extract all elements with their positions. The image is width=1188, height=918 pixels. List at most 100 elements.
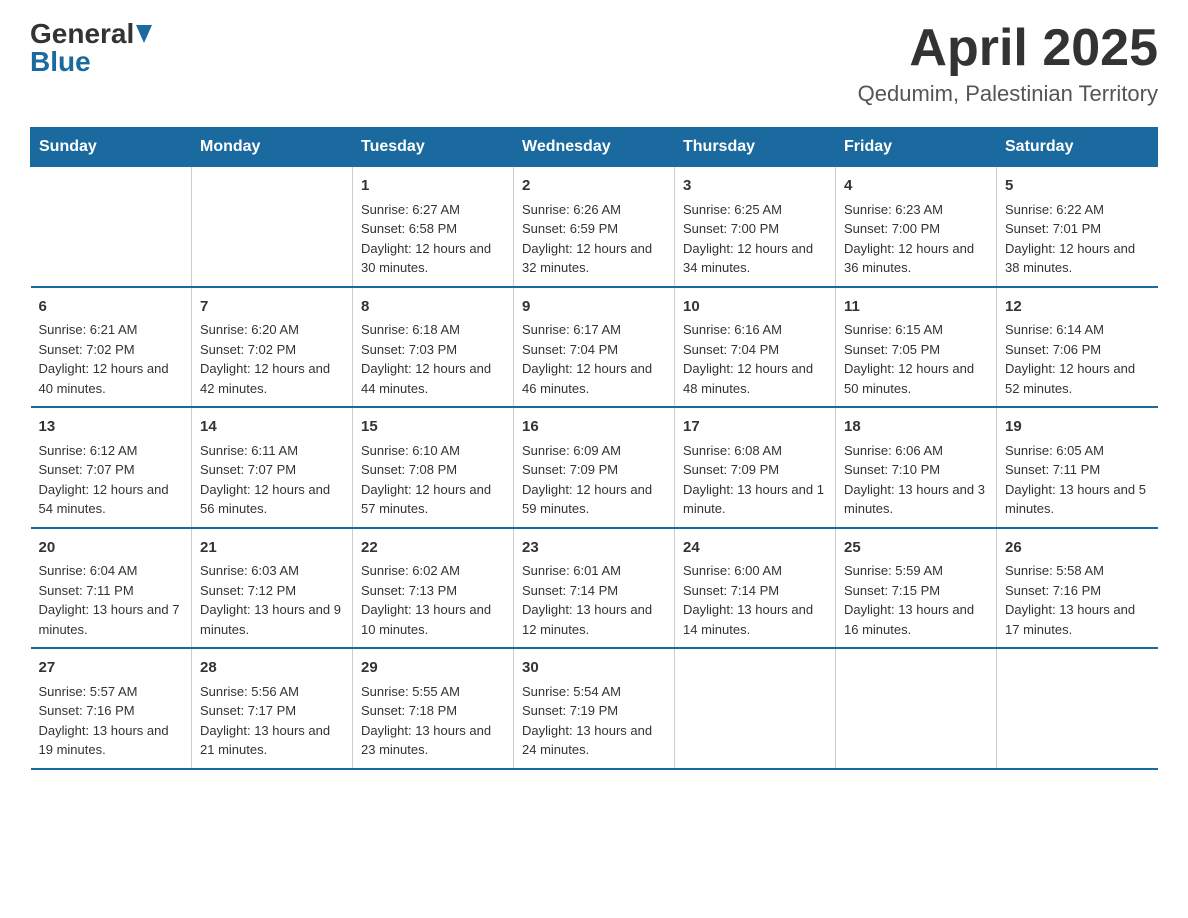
day-number: 3 (683, 175, 827, 198)
calendar-cell: 26Sunrise: 5:58 AMSunset: 7:16 PMDayligh… (997, 528, 1158, 649)
calendar-cell: 11Sunrise: 6:15 AMSunset: 7:05 PMDayligh… (836, 287, 997, 408)
calendar-cell: 15Sunrise: 6:10 AMSunset: 7:08 PMDayligh… (353, 407, 514, 528)
calendar-table: SundayMondayTuesdayWednesdayThursdayFrid… (30, 127, 1158, 770)
title-block: April 2025 Qedumim, Palestinian Territor… (858, 20, 1158, 107)
day-number: 7 (200, 296, 344, 319)
calendar-cell: 10Sunrise: 6:16 AMSunset: 7:04 PMDayligh… (675, 287, 836, 408)
day-number: 24 (683, 537, 827, 560)
column-header-saturday: Saturday (997, 128, 1158, 167)
month-title: April 2025 (858, 20, 1158, 77)
day-number: 2 (522, 175, 666, 198)
day-info: Sunrise: 6:18 AMSunset: 7:03 PMDaylight:… (361, 320, 505, 398)
day-info: Sunrise: 5:54 AMSunset: 7:19 PMDaylight:… (522, 682, 666, 760)
day-info: Sunrise: 6:00 AMSunset: 7:14 PMDaylight:… (683, 561, 827, 639)
location-subtitle: Qedumim, Palestinian Territory (858, 81, 1158, 107)
day-number: 17 (683, 416, 827, 439)
calendar-cell: 18Sunrise: 6:06 AMSunset: 7:10 PMDayligh… (836, 407, 997, 528)
day-number: 14 (200, 416, 344, 439)
day-info: Sunrise: 5:55 AMSunset: 7:18 PMDaylight:… (361, 682, 505, 760)
calendar-cell (997, 648, 1158, 769)
day-number: 12 (1005, 296, 1150, 319)
calendar-cell: 2Sunrise: 6:26 AMSunset: 6:59 PMDaylight… (514, 167, 675, 287)
day-info: Sunrise: 6:27 AMSunset: 6:58 PMDaylight:… (361, 200, 505, 278)
day-info: Sunrise: 5:56 AMSunset: 7:17 PMDaylight:… (200, 682, 344, 760)
calendar-week-row: 1Sunrise: 6:27 AMSunset: 6:58 PMDaylight… (31, 167, 1158, 287)
day-info: Sunrise: 6:20 AMSunset: 7:02 PMDaylight:… (200, 320, 344, 398)
day-info: Sunrise: 6:11 AMSunset: 7:07 PMDaylight:… (200, 441, 344, 519)
day-info: Sunrise: 6:16 AMSunset: 7:04 PMDaylight:… (683, 320, 827, 398)
calendar-cell: 17Sunrise: 6:08 AMSunset: 7:09 PMDayligh… (675, 407, 836, 528)
calendar-week-row: 6Sunrise: 6:21 AMSunset: 7:02 PMDaylight… (31, 287, 1158, 408)
calendar-cell: 25Sunrise: 5:59 AMSunset: 7:15 PMDayligh… (836, 528, 997, 649)
calendar-cell (192, 167, 353, 287)
day-number: 15 (361, 416, 505, 439)
day-info: Sunrise: 6:03 AMSunset: 7:12 PMDaylight:… (200, 561, 344, 639)
column-header-monday: Monday (192, 128, 353, 167)
day-number: 23 (522, 537, 666, 560)
day-info: Sunrise: 6:14 AMSunset: 7:06 PMDaylight:… (1005, 320, 1150, 398)
calendar-cell (836, 648, 997, 769)
calendar-cell: 9Sunrise: 6:17 AMSunset: 7:04 PMDaylight… (514, 287, 675, 408)
column-header-sunday: Sunday (31, 128, 192, 167)
day-number: 8 (361, 296, 505, 319)
calendar-week-row: 27Sunrise: 5:57 AMSunset: 7:16 PMDayligh… (31, 648, 1158, 769)
logo-blue-text: Blue (30, 48, 91, 76)
day-number: 28 (200, 657, 344, 680)
day-info: Sunrise: 6:08 AMSunset: 7:09 PMDaylight:… (683, 441, 827, 519)
calendar-cell: 27Sunrise: 5:57 AMSunset: 7:16 PMDayligh… (31, 648, 192, 769)
day-number: 6 (39, 296, 184, 319)
day-info: Sunrise: 6:22 AMSunset: 7:01 PMDaylight:… (1005, 200, 1150, 278)
column-header-tuesday: Tuesday (353, 128, 514, 167)
day-info: Sunrise: 5:57 AMSunset: 7:16 PMDaylight:… (39, 682, 184, 760)
logo: General Blue (30, 20, 152, 76)
day-info: Sunrise: 6:01 AMSunset: 7:14 PMDaylight:… (522, 561, 666, 639)
day-info: Sunrise: 6:09 AMSunset: 7:09 PMDaylight:… (522, 441, 666, 519)
day-number: 19 (1005, 416, 1150, 439)
calendar-cell: 5Sunrise: 6:22 AMSunset: 7:01 PMDaylight… (997, 167, 1158, 287)
day-info: Sunrise: 6:17 AMSunset: 7:04 PMDaylight:… (522, 320, 666, 398)
calendar-header-row: SundayMondayTuesdayWednesdayThursdayFrid… (31, 128, 1158, 167)
column-header-wednesday: Wednesday (514, 128, 675, 167)
day-info: Sunrise: 6:25 AMSunset: 7:00 PMDaylight:… (683, 200, 827, 278)
day-info: Sunrise: 5:59 AMSunset: 7:15 PMDaylight:… (844, 561, 988, 639)
day-number: 26 (1005, 537, 1150, 560)
day-info: Sunrise: 6:12 AMSunset: 7:07 PMDaylight:… (39, 441, 184, 519)
day-number: 29 (361, 657, 505, 680)
day-info: Sunrise: 6:23 AMSunset: 7:00 PMDaylight:… (844, 200, 988, 278)
calendar-week-row: 20Sunrise: 6:04 AMSunset: 7:11 PMDayligh… (31, 528, 1158, 649)
logo-triangle-icon (136, 25, 152, 43)
day-info: Sunrise: 6:26 AMSunset: 6:59 PMDaylight:… (522, 200, 666, 278)
day-info: Sunrise: 6:06 AMSunset: 7:10 PMDaylight:… (844, 441, 988, 519)
calendar-cell (675, 648, 836, 769)
calendar-cell: 20Sunrise: 6:04 AMSunset: 7:11 PMDayligh… (31, 528, 192, 649)
calendar-week-row: 13Sunrise: 6:12 AMSunset: 7:07 PMDayligh… (31, 407, 1158, 528)
day-number: 16 (522, 416, 666, 439)
calendar-cell: 21Sunrise: 6:03 AMSunset: 7:12 PMDayligh… (192, 528, 353, 649)
calendar-cell: 8Sunrise: 6:18 AMSunset: 7:03 PMDaylight… (353, 287, 514, 408)
calendar-cell: 14Sunrise: 6:11 AMSunset: 7:07 PMDayligh… (192, 407, 353, 528)
day-number: 11 (844, 296, 988, 319)
day-info: Sunrise: 6:04 AMSunset: 7:11 PMDaylight:… (39, 561, 184, 639)
day-number: 5 (1005, 175, 1150, 198)
calendar-cell: 4Sunrise: 6:23 AMSunset: 7:00 PMDaylight… (836, 167, 997, 287)
day-number: 18 (844, 416, 988, 439)
page-header: General Blue April 2025 Qedumim, Palesti… (30, 20, 1158, 107)
calendar-cell: 7Sunrise: 6:20 AMSunset: 7:02 PMDaylight… (192, 287, 353, 408)
day-number: 10 (683, 296, 827, 319)
day-number: 30 (522, 657, 666, 680)
calendar-cell: 6Sunrise: 6:21 AMSunset: 7:02 PMDaylight… (31, 287, 192, 408)
logo-general-text: General (30, 20, 134, 48)
calendar-cell: 24Sunrise: 6:00 AMSunset: 7:14 PMDayligh… (675, 528, 836, 649)
column-header-thursday: Thursday (675, 128, 836, 167)
day-info: Sunrise: 6:15 AMSunset: 7:05 PMDaylight:… (844, 320, 988, 398)
day-number: 25 (844, 537, 988, 560)
day-info: Sunrise: 6:02 AMSunset: 7:13 PMDaylight:… (361, 561, 505, 639)
day-info: Sunrise: 6:05 AMSunset: 7:11 PMDaylight:… (1005, 441, 1150, 519)
calendar-cell: 28Sunrise: 5:56 AMSunset: 7:17 PMDayligh… (192, 648, 353, 769)
day-number: 1 (361, 175, 505, 198)
calendar-cell: 1Sunrise: 6:27 AMSunset: 6:58 PMDaylight… (353, 167, 514, 287)
calendar-cell: 13Sunrise: 6:12 AMSunset: 7:07 PMDayligh… (31, 407, 192, 528)
calendar-cell: 23Sunrise: 6:01 AMSunset: 7:14 PMDayligh… (514, 528, 675, 649)
calendar-cell (31, 167, 192, 287)
day-number: 20 (39, 537, 184, 560)
